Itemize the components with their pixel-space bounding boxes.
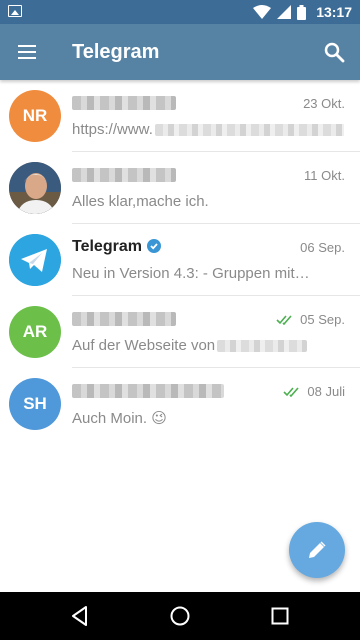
chat-preview: Neu in Version 4.3: - Gruppen mit… xyxy=(72,265,310,282)
navigation-bar xyxy=(0,592,360,640)
redacted-name xyxy=(72,311,176,326)
chat-preview: Auch Moin. 😉 xyxy=(72,409,344,427)
chat-date: 06 Sep. xyxy=(300,240,345,255)
chat-row[interactable]: 11 Okt. Alles klar,mache ich. xyxy=(0,152,360,224)
chat-row[interactable]: SH 08 Juli Auch Moin. 😉 xyxy=(0,368,360,440)
redacted-name xyxy=(72,383,224,398)
chat-list: NR 23 Okt. https://www. 11 Okt. Alles kl… xyxy=(0,80,360,440)
chat-row[interactable]: AR 05 Sep. Auf der Webseite von xyxy=(0,296,360,368)
chat-date-text: 05 Sep. xyxy=(300,312,345,327)
pencil-icon xyxy=(309,541,326,558)
avatar xyxy=(9,234,61,286)
app-toolbar: Telegram xyxy=(0,24,360,80)
compose-button[interactable] xyxy=(289,522,345,578)
back-icon[interactable] xyxy=(68,604,92,628)
chat-name xyxy=(72,310,176,328)
chat-date: 23 Okt. xyxy=(303,96,345,111)
chat-preview-text: https://www. xyxy=(72,121,153,138)
avatar: NR xyxy=(9,90,61,142)
image-notification-icon xyxy=(8,5,22,17)
wink-emoji: 😉 xyxy=(151,410,167,427)
recents-icon[interactable] xyxy=(268,604,292,628)
app-title: Telegram xyxy=(72,41,160,63)
redacted-name xyxy=(72,167,176,182)
double-check-icon xyxy=(276,314,292,325)
search-icon[interactable] xyxy=(322,40,346,64)
chat-preview-text: Auf der Webseite von xyxy=(72,337,216,354)
redacted-text xyxy=(217,340,308,353)
double-check-icon xyxy=(283,386,300,397)
verified-icon xyxy=(146,238,161,253)
status-bar: 13:17 xyxy=(0,0,360,24)
home-icon[interactable] xyxy=(168,604,192,628)
chat-name-text: Telegram xyxy=(72,238,142,255)
chat-preview: Auf der Webseite von xyxy=(72,337,344,354)
chat-row[interactable]: Telegram 06 Sep. Neu in Version 4.3: - G… xyxy=(0,224,360,296)
chat-name xyxy=(72,382,224,400)
chat-date: 08 Juli xyxy=(283,384,345,399)
chat-name: Telegram xyxy=(72,238,161,256)
chat-name xyxy=(72,166,176,184)
redacted-text xyxy=(154,124,344,137)
avatar: AR xyxy=(9,306,61,358)
chat-preview: Alles klar,mache ich. xyxy=(72,193,209,210)
chat-preview-text: Auch Moin. xyxy=(72,410,148,427)
chat-name xyxy=(72,94,176,112)
chat-preview: https://www. xyxy=(72,121,344,138)
avatar: SH xyxy=(9,378,61,430)
redacted-name xyxy=(72,95,176,110)
avatar xyxy=(9,162,61,214)
battery-icon xyxy=(297,4,307,20)
profile-photo xyxy=(9,162,61,214)
clock: 13:17 xyxy=(316,4,352,20)
menu-icon[interactable] xyxy=(16,40,40,64)
status-icons: 13:17 xyxy=(253,0,352,24)
chat-row[interactable]: NR 23 Okt. https://www. xyxy=(0,80,360,152)
chat-date-text: 08 Juli xyxy=(307,384,345,399)
wifi-icon xyxy=(253,5,272,19)
telegram-logo-icon xyxy=(9,234,61,286)
chat-date: 05 Sep. xyxy=(276,312,345,327)
signal-icon xyxy=(277,5,292,19)
chat-date: 11 Okt. xyxy=(304,168,345,183)
